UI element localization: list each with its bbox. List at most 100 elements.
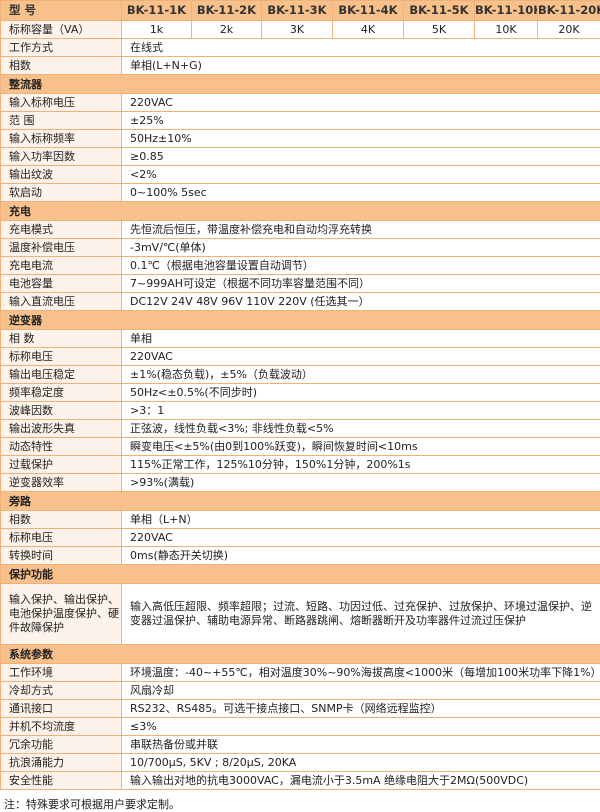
footnote: 注：特殊要求可根据用户要求定制。 <box>0 790 600 812</box>
model-header-label: 型 号 <box>1 1 122 21</box>
spec-row: 输入保护、输出保护、电池保护温度保护、硬件故障保护输入高低压超限、频率超限；过流… <box>1 584 600 645</box>
spec-value: ≥0.85 <box>122 148 600 166</box>
spec-value: 220VAC <box>122 94 600 112</box>
spec-value: 0ms(静态开关切换) <box>122 547 600 565</box>
spec-label: 充电电流 <box>1 257 122 275</box>
capacity-value: 20K <box>538 21 600 39</box>
spec-row: 输出电压稳定±1%(稳态负载)，±5%（负载波动） <box>1 366 600 384</box>
spec-value: 在线式 <box>122 39 600 57</box>
spec-row: 转换时间0ms(静态开关切换) <box>1 547 600 565</box>
spec-label: 输出纹波 <box>1 166 122 184</box>
spec-row: 逆变器效率>93%(满载) <box>1 474 600 492</box>
spec-value: 先恒流后恒压，带温度补偿充电和自动均浮充转换 <box>122 221 600 239</box>
spec-label: 逆变器效率 <box>1 474 122 492</box>
spec-value: 220VAC <box>122 348 600 366</box>
spec-value: 115%正常工作，125%10分钟，150%1分钟，200%1s <box>122 456 600 474</box>
spec-value: 风扇冷却 <box>122 682 600 700</box>
section-title: 充电 <box>1 202 600 221</box>
spec-table-body: 型 号 BK-11-1K BK-11-2K BK-11-3K BK-11-4K … <box>1 1 600 790</box>
spec-label: 输入标称电压 <box>1 94 122 112</box>
spec-label: 波峰因数 <box>1 402 122 420</box>
model-name: BK-11-1K <box>122 1 192 21</box>
capacity-row: 标称容量（VA） 1k 2k 3K 4K 5K 10K 20K <box>1 21 600 39</box>
spec-row: 范 围±25% <box>1 112 600 130</box>
spec-row: 过载保护115%正常工作，125%10分钟，150%1分钟，200%1s <box>1 456 600 474</box>
spec-label: 标称电压 <box>1 348 122 366</box>
spec-value: 50Hz<±0.5%(不同步时) <box>122 384 600 402</box>
spec-value: 输入高低压超限、频率超限；过流、短路、功因过低、过充保护、过放保护、环境过温保护… <box>122 584 600 645</box>
model-name: BK-11-3K <box>262 1 333 21</box>
spec-value: 瞬变电压<±5%(由0到100%跃变)，瞬间恢复时间<10ms <box>122 438 600 456</box>
capacity-value: 10K <box>475 21 538 39</box>
section-header: 系统参数 <box>1 645 600 664</box>
spec-row: 冷却方式风扇冷却 <box>1 682 600 700</box>
spec-value: ≤3% <box>122 718 600 736</box>
spec-label: 相数 <box>1 511 122 529</box>
section-title: 逆变器 <box>1 311 600 330</box>
spec-label: 冷却方式 <box>1 682 122 700</box>
spec-value: 正弦波，线性负载<3%; 非线性负载<5% <box>122 420 600 438</box>
spec-value: 串联热备份或并联 <box>122 736 600 754</box>
spec-row: 电池容量7~999AH可设定（根据不同功率容量范围不同） <box>1 275 600 293</box>
spec-value: 单相(L+N+G) <box>122 57 600 75</box>
model-name: BK-11-4K <box>333 1 404 21</box>
model-header-row: 型 号 BK-11-1K BK-11-2K BK-11-3K BK-11-4K … <box>1 1 600 21</box>
spec-row: 工作环境环境温度：-40~+55℃，相对温度30%~90%海拔高度<1000米（… <box>1 664 600 682</box>
spec-row: 安全性能输入输出对地的抗电3000VAC，漏电流小于3.5mA 绝缘电阻大于2M… <box>1 772 600 790</box>
model-name: BK-11-2K <box>192 1 262 21</box>
spec-label: 输出电压稳定 <box>1 366 122 384</box>
spec-row: 并机不均流度≤3% <box>1 718 600 736</box>
spec-label: 转换时间 <box>1 547 122 565</box>
spec-row: 软启动0~100% 5sec <box>1 184 600 202</box>
spec-value: RS232、RS485。可选干接点接口、SNMP卡（网络远程监控） <box>122 700 600 718</box>
section-header: 逆变器 <box>1 311 600 330</box>
spec-label: 相数 <box>1 57 122 75</box>
spec-label: 软启动 <box>1 184 122 202</box>
spec-label: 动态特性 <box>1 438 122 456</box>
spec-row: 充电电流0.1℃（根据电池容量设置自动调节） <box>1 257 600 275</box>
spec-label: 输入保护、输出保护、电池保护温度保护、硬件故障保护 <box>1 584 122 645</box>
spec-value: <2% <box>122 166 600 184</box>
spec-value: ±1%(稳态负载)，±5%（负载波动） <box>122 366 600 384</box>
spec-row: 相数单相(L+N+G) <box>1 57 600 75</box>
spec-row: 标称电压220VAC <box>1 529 600 547</box>
capacity-value: 3K <box>262 21 333 39</box>
capacity-value: 2k <box>192 21 262 39</box>
spec-row: 输入直流电压DC12V 24V 48V 96V 110V 220V (任选其一） <box>1 293 600 311</box>
spec-value: >93%(满载) <box>122 474 600 492</box>
section-header: 旁路 <box>1 492 600 511</box>
spec-row: 温度补偿电压-3mV/℃(单体) <box>1 239 600 257</box>
spec-value: 10/700μS, 5KV ; 8/20μS, 20KA <box>122 754 600 772</box>
spec-label: 电池容量 <box>1 275 122 293</box>
capacity-value: 5K <box>404 21 475 39</box>
spec-row: 输入标称频率50Hz±10% <box>1 130 600 148</box>
spec-value: -3mV/℃(单体) <box>122 239 600 257</box>
spec-value: ±25% <box>122 112 600 130</box>
spec-label: 输入功率因数 <box>1 148 122 166</box>
spec-row: 冗余功能串联热备份或并联 <box>1 736 600 754</box>
spec-row: 充电模式先恒流后恒压，带温度补偿充电和自动均浮充转换 <box>1 221 600 239</box>
spec-label: 并机不均流度 <box>1 718 122 736</box>
spec-label: 工作环境 <box>1 664 122 682</box>
spec-label: 相 数 <box>1 330 122 348</box>
spec-row: 输出纹波<2% <box>1 166 600 184</box>
spec-label: 通讯接口 <box>1 700 122 718</box>
spec-value: 输入输出对地的抗电3000VAC，漏电流小于3.5mA 绝缘电阻大于2MΩ(50… <box>122 772 600 790</box>
spec-row: 频率稳定度50Hz<±0.5%(不同步时) <box>1 384 600 402</box>
section-header: 保护功能 <box>1 565 600 584</box>
spec-row: 相数单相（L+N） <box>1 511 600 529</box>
spec-row: 波峰因数>3：1 <box>1 402 600 420</box>
spec-row: 输入标称电压220VAC <box>1 94 600 112</box>
capacity-value: 1k <box>122 21 192 39</box>
spec-value: 0.1℃（根据电池容量设置自动调节） <box>122 257 600 275</box>
spec-label: 冗余功能 <box>1 736 122 754</box>
spec-row: 工作方式在线式 <box>1 39 600 57</box>
spec-label: 抗浪涌能力 <box>1 754 122 772</box>
spec-row: 输入功率因数≥0.85 <box>1 148 600 166</box>
spec-value: 单相 <box>122 330 600 348</box>
section-title: 系统参数 <box>1 645 600 664</box>
spec-value: 环境温度：-40~+55℃，相对温度30%~90%海拔高度<1000米（每增加1… <box>122 664 600 682</box>
spec-label: 工作方式 <box>1 39 122 57</box>
spec-row: 输出波形失真正弦波，线性负载<3%; 非线性负载<5% <box>1 420 600 438</box>
spec-label: 范 围 <box>1 112 122 130</box>
